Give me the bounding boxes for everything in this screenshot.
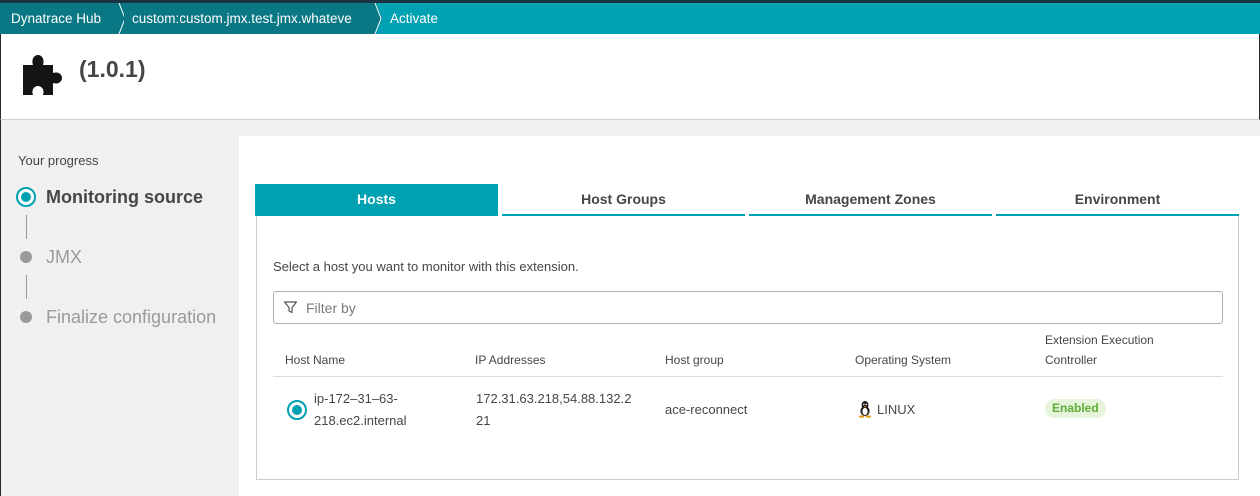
ip-addresses-line1: 172.31.63.218,54.88.132.2: [476, 391, 632, 406]
step-label: JMX: [46, 247, 82, 267]
column-header-host-name[interactable]: Host Name: [285, 350, 345, 370]
breadcrumb-item-extension[interactable]: custom:custom.jmx.test.jmx.whateve: [124, 3, 376, 34]
step-finalize-configuration[interactable]: Finalize configuration: [1, 305, 239, 329]
breadcrumb-item-activate: Activate: [390, 11, 439, 26]
filter-box[interactable]: [273, 291, 1223, 324]
step-jmx[interactable]: JMX: [1, 245, 239, 269]
eec-status-badge: Enabled: [1045, 399, 1106, 418]
operating-system-value: LINUX: [877, 402, 916, 417]
table-header-divider: [273, 376, 1223, 377]
step-connector: [26, 215, 27, 239]
breadcrumb-item-hub[interactable]: Dynatrace Hub: [0, 3, 124, 34]
progress-sidebar: Your progress Monitoring source JMX Fina…: [0, 120, 238, 496]
step-connector: [26, 275, 27, 299]
column-header-operating-system[interactable]: Operating System: [855, 350, 951, 370]
host-group-value: ace-reconnect: [665, 402, 748, 417]
host-name-line2: 218.ec2.internal: [314, 413, 407, 428]
tab-management-zones[interactable]: Management Zones: [749, 184, 992, 216]
column-header-ip-addresses[interactable]: IP Addresses: [475, 350, 546, 370]
host-select-radio[interactable]: [287, 400, 307, 420]
instruction-text: Select a host you want to monitor with t…: [273, 259, 579, 274]
filter-icon: [284, 301, 297, 314]
breadcrumb: Dynatrace Hub custom:custom.jmx.test.jmx…: [0, 3, 1260, 34]
column-header-host-group[interactable]: Host group: [665, 350, 724, 370]
host-name-line1: ip-172–31–63-: [314, 391, 398, 406]
step-monitoring-source[interactable]: Monitoring source: [1, 185, 239, 209]
linux-tux-icon: [858, 401, 872, 418]
puzzle-icon: [23, 55, 62, 95]
hosts-card: Select a host you want to monitor with t…: [256, 216, 1239, 480]
step-label: Finalize configuration: [46, 307, 217, 327]
tab-hosts[interactable]: Hosts: [255, 184, 498, 216]
extension-version: (1.0.1): [79, 56, 146, 82]
step-pending-dot-icon: [20, 251, 32, 263]
tab-host-groups[interactable]: Host Groups: [502, 184, 745, 216]
step-active-radio-icon: [16, 187, 36, 207]
column-header-eec[interactable]: Extension Execution Controller: [1045, 330, 1175, 370]
step-pending-dot-icon: [20, 311, 32, 323]
progress-title: Your progress: [18, 153, 99, 168]
page-header: (1.0.1): [0, 34, 1260, 120]
filter-input[interactable]: [306, 292, 1206, 323]
tab-environment[interactable]: Environment: [996, 184, 1239, 216]
step-label: Monitoring source: [46, 187, 203, 207]
ip-addresses-line2: 21: [476, 413, 491, 428]
main-panel: Hosts Host Groups Management Zones Envir…: [239, 136, 1260, 496]
scope-tabs: Hosts Host Groups Management Zones Envir…: [255, 184, 1241, 216]
